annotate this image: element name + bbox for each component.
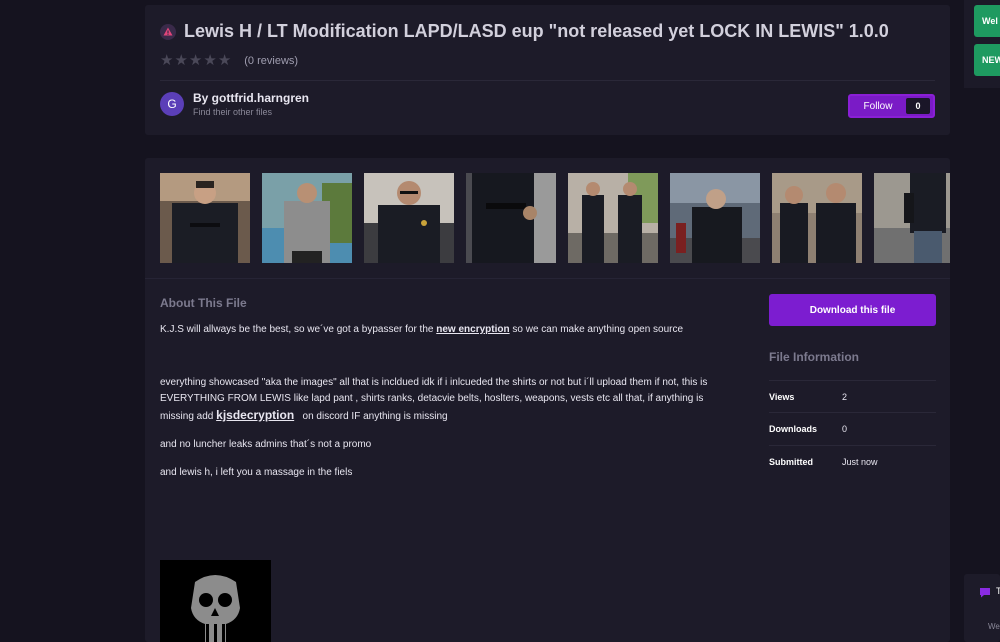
chat-subtitle: We [988,622,1000,631]
gallery-thumbnail[interactable] [262,173,352,263]
info-row-downloads: Downloads 0 [769,412,936,444]
info-row-submitted: Submitted Just now [769,445,936,477]
follow-button[interactable]: Follow 0 [848,94,935,118]
follower-count-badge: 0 [906,98,930,114]
info-key: Views [769,391,795,402]
info-key: Submitted [769,456,813,467]
author-name[interactable]: By gottfrid.harngren [193,91,309,105]
chat-bubble-icon [980,588,990,598]
gallery-thumbnail[interactable] [364,173,454,263]
title-row: Lewis H / LT Modification LAPD/LASD eup … [160,21,889,42]
reviews-count: (0 reviews) [244,55,299,67]
gallery-thumbnail[interactable] [670,173,760,263]
star-icon[interactable]: ★ [218,53,231,68]
welcome-button[interactable]: Wel [974,5,1000,37]
star-icon[interactable]: ★ [174,53,187,68]
new-button[interactable]: NEW [974,44,1000,76]
author-other-files-link[interactable]: Find their other files [193,107,309,117]
description-paragraph: everything showcased "aka the images" al… [160,377,708,422]
file-body: About This File K.J.S will allways be th… [145,158,950,642]
info-value: Just now [842,456,878,467]
star-icon[interactable]: ★ [189,53,202,68]
kjsdecryption-text: kjsdecryption [216,408,295,422]
skull-image [160,560,271,642]
image-gallery [160,173,950,263]
info-row-views: Views 2 [769,380,936,412]
gallery-thumbnail[interactable] [772,173,862,263]
follow-label: Follow [863,100,893,112]
description-paragraph: and lewis h, i left you a massage in the… [160,467,353,478]
warning-triangle-icon [160,23,176,40]
about-heading: About This File [160,296,247,310]
star-icon[interactable]: ★ [160,53,173,68]
author-block: G By gottfrid.harngren Find their other … [160,91,309,117]
divider [160,80,935,81]
gallery-thumbnail[interactable] [568,173,658,263]
description-paragraph: and no luncher leaks admins that´s not a… [160,439,372,450]
description-paragraph: K.J.S will allways be the best, so we´ve… [160,324,684,335]
divider [145,278,950,279]
info-value: 0 [842,423,848,434]
avatar[interactable]: G [160,92,184,116]
gallery-thumbnail[interactable] [160,173,250,263]
info-value: 2 [842,391,848,402]
info-key: Downloads [769,423,818,434]
gallery-thumbnail[interactable] [874,173,950,263]
rating: ★ ★ ★ ★ ★ (0 reviews) [160,53,299,68]
chat-widget[interactable]: T We [964,574,1000,642]
file-description: K.J.S will allways be the best, so we´ve… [160,322,720,481]
page-title: Lewis H / LT Modification LAPD/LASD eup … [184,21,889,41]
chat-title: T [996,586,1000,596]
gallery-thumbnail[interactable] [466,173,556,263]
download-button[interactable]: Download this file [769,294,936,326]
file-header: Lewis H / LT Modification LAPD/LASD eup … [145,5,950,135]
star-icon[interactable]: ★ [203,53,216,68]
file-information-heading: File Information [769,350,859,364]
encryption-link[interactable]: new encryption [436,324,509,335]
